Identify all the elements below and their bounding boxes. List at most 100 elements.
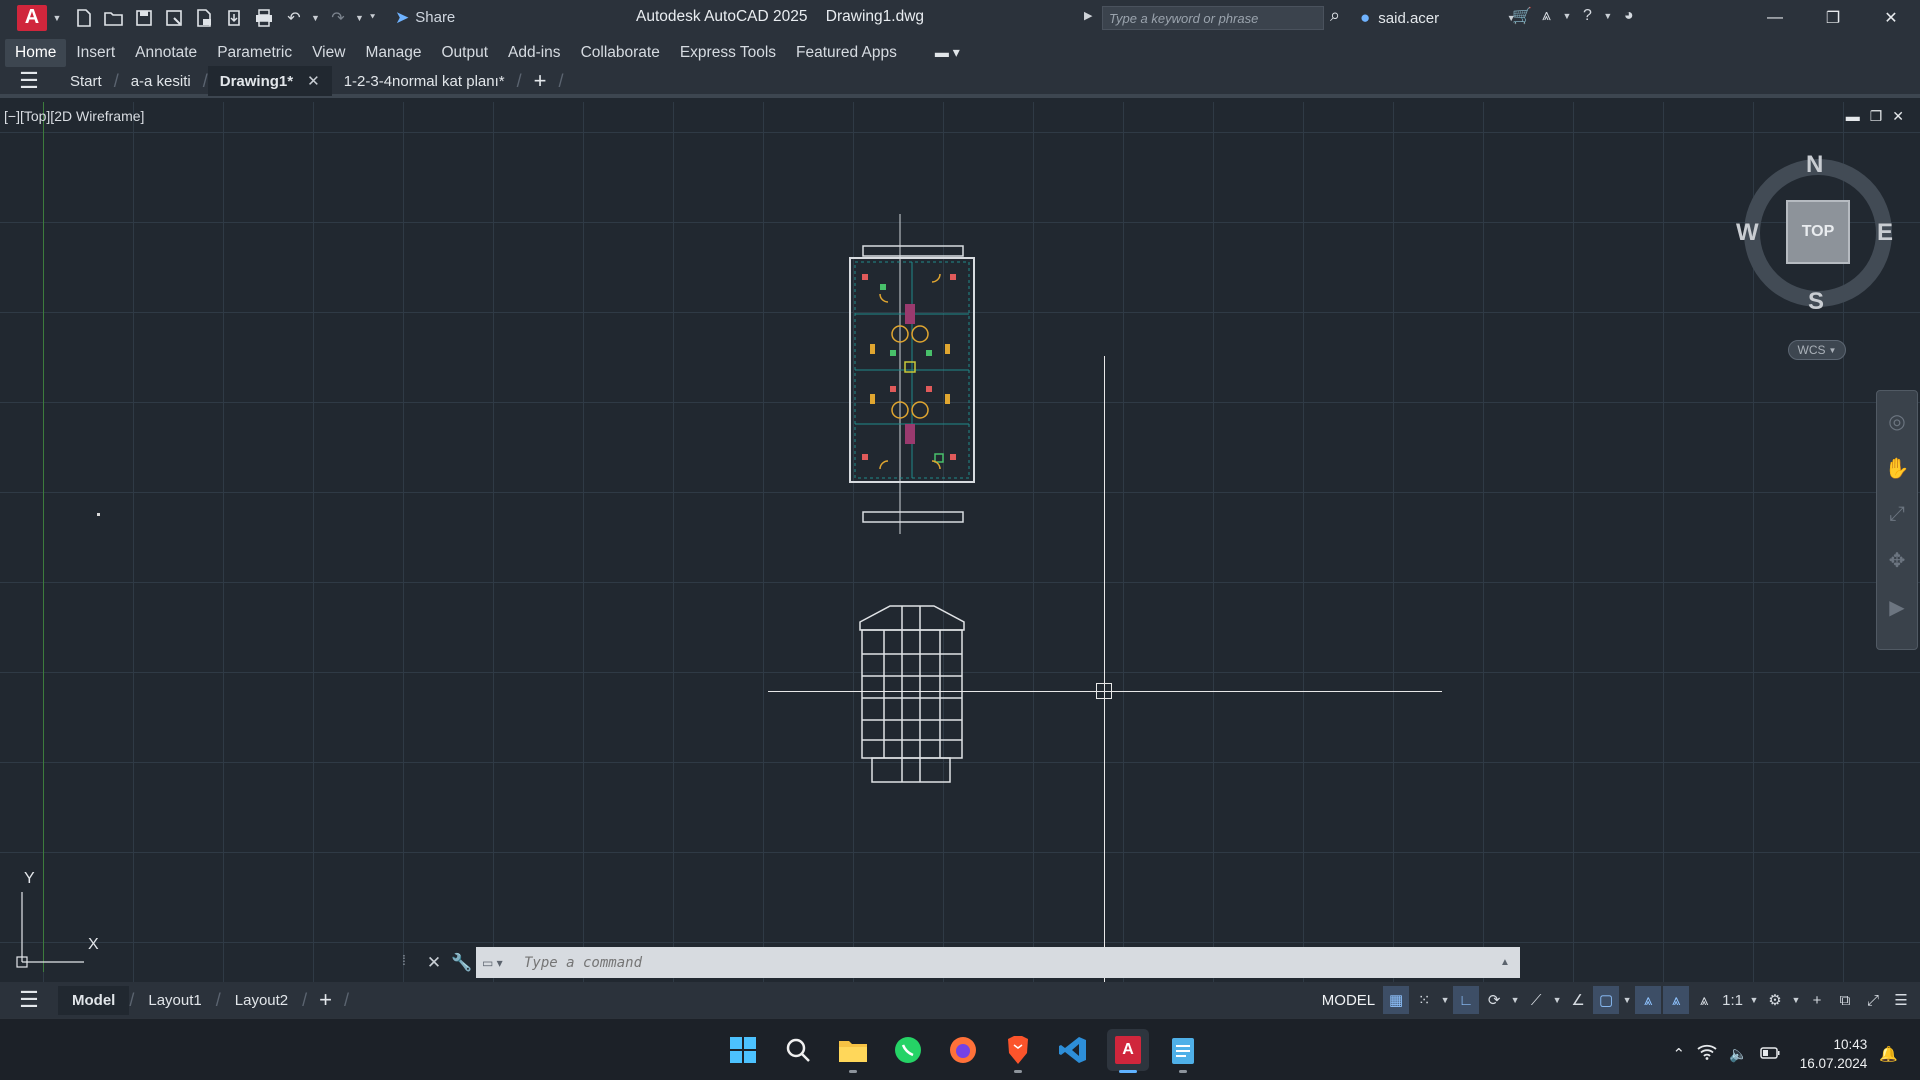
tab-collaborate[interactable]: Collaborate xyxy=(571,39,670,67)
volume-icon[interactable]: 🔈 xyxy=(1729,1045,1748,1063)
doc-tab-start[interactable]: Start xyxy=(58,69,114,94)
tab-add-ins[interactable]: Add-ins xyxy=(498,39,571,67)
steering-wheel-icon[interactable]: ◎ xyxy=(1888,409,1905,434)
clock[interactable]: 10:43 16.07.2024 xyxy=(1800,1035,1868,1073)
new-file-icon[interactable] xyxy=(71,5,97,31)
isometric-drafting-icon[interactable]: ⟋ xyxy=(1523,986,1549,1014)
object-snap-icon[interactable]: ▢ xyxy=(1593,986,1620,1014)
help-icon[interactable]: ? xyxy=(1583,7,1592,25)
layout-tab-layout1[interactable]: Layout1 xyxy=(134,986,215,1015)
isometric-dropdown-icon[interactable]: ▼ xyxy=(1551,995,1563,1005)
viewport-controls-label[interactable]: [−][Top][2D Wireframe] xyxy=(4,108,144,124)
tab-annotate[interactable]: Annotate xyxy=(125,39,207,67)
notification-bell-icon[interactable]: 🔔 xyxy=(1879,1045,1898,1063)
vscode-icon[interactable] xyxy=(1052,1029,1094,1071)
command-customize-icon[interactable]: 🔧 xyxy=(448,953,476,973)
cart-icon[interactable]: 🛒 xyxy=(1512,6,1532,26)
file-tabs-menu-icon[interactable]: ☰ xyxy=(0,68,58,94)
autocad-taskbar-icon[interactable]: A xyxy=(1107,1029,1149,1073)
drawing-viewport[interactable]: [−][Top][2D Wireframe] ▬ ❐ ✕ TOP N S E W… xyxy=(0,102,1920,982)
doc-tab-drawing1[interactable]: Drawing1* ✕ xyxy=(207,66,332,96)
search-expand-icon[interactable]: ▶ xyxy=(1084,9,1092,22)
annotation-monitor-icon[interactable]: + xyxy=(1804,986,1830,1014)
search-icon[interactable] xyxy=(777,1029,819,1071)
battery-icon[interactable] xyxy=(1759,1046,1780,1063)
close-icon[interactable]: ✕ xyxy=(1862,0,1920,35)
doc-tab-a-a-kesiti[interactable]: a-a kesiti xyxy=(119,69,203,94)
polar-dropdown-icon[interactable]: ▼ xyxy=(1509,995,1521,1005)
new-layout-icon[interactable]: + xyxy=(307,987,344,1013)
feedback-icon[interactable]: ◕ xyxy=(1624,7,1634,25)
app-dropdown-icon[interactable]: ▼ xyxy=(1561,11,1573,21)
command-line-grip-icon[interactable]: ⁞ xyxy=(402,952,412,974)
autocad-logo-icon[interactable]: A xyxy=(17,4,47,31)
model-space-toggle[interactable]: MODEL xyxy=(1316,986,1381,1014)
autodesk-app-icon[interactable]: ⩓ xyxy=(1542,7,1551,25)
customize-toolbar-icon[interactable]: ⯆ xyxy=(369,12,385,23)
tab-insert[interactable]: Insert xyxy=(66,39,125,67)
isolate-objects-icon[interactable]: ⧉ xyxy=(1832,986,1858,1014)
export-icon[interactable] xyxy=(221,5,247,31)
save-as-icon[interactable] xyxy=(161,5,187,31)
share-button[interactable]: ➤ Share xyxy=(395,8,455,28)
tab-view[interactable]: View xyxy=(302,39,355,67)
plot-printer-icon[interactable] xyxy=(251,5,277,31)
brave-browser-icon[interactable] xyxy=(997,1029,1039,1073)
wifi-icon[interactable] xyxy=(1697,1044,1717,1064)
redo-dropdown-icon[interactable]: ▼ xyxy=(355,13,365,23)
restore-icon[interactable]: ❐ xyxy=(1804,0,1862,35)
osnap-dropdown-icon[interactable]: ▼ xyxy=(1621,995,1633,1005)
compass-west[interactable]: W xyxy=(1736,219,1759,247)
snap-dropdown-icon[interactable]: ▼ xyxy=(1439,995,1451,1005)
compass-south[interactable]: S xyxy=(1808,288,1824,316)
close-tab-icon[interactable]: ✕ xyxy=(307,72,320,90)
snap-mode-icon[interactable]: ⁙ xyxy=(1411,986,1437,1014)
viewcube-top-face[interactable]: TOP xyxy=(1786,200,1850,264)
viewport-minimize-icon[interactable]: ▬ xyxy=(1846,108,1860,125)
whatsapp-icon[interactable] xyxy=(887,1029,929,1071)
tab-output[interactable]: Output xyxy=(431,39,498,67)
compass-east[interactable]: E xyxy=(1877,219,1893,247)
pan-hand-icon[interactable]: ✋ xyxy=(1885,456,1910,481)
section-elevation-drawing[interactable] xyxy=(856,600,968,790)
customization-menu-icon[interactable]: ☰ xyxy=(1888,986,1914,1014)
auto-scale-icon[interactable]: ⩓ xyxy=(1663,986,1690,1014)
scale-dropdown-icon[interactable]: ▼ xyxy=(1748,995,1760,1005)
viewport-close-icon[interactable]: ✕ xyxy=(1892,108,1904,125)
workspace-gear-icon[interactable]: ⚙ xyxy=(1762,986,1788,1014)
layout-tabs-menu-icon[interactable]: ☰ xyxy=(0,987,58,1013)
notepad-icon[interactable] xyxy=(1162,1029,1204,1073)
clean-screen-icon[interactable]: ⤢ xyxy=(1860,986,1886,1014)
windows-start-icon[interactable] xyxy=(722,1029,764,1071)
object-snap-tracking-icon[interactable]: ∠ xyxy=(1565,986,1591,1014)
doc-tab-normal-kat-plani[interactable]: 1-2-3-4normal kat planı* xyxy=(332,69,517,94)
command-history-icon[interactable]: ▲ xyxy=(1500,957,1520,968)
firefox-icon[interactable] xyxy=(942,1029,984,1071)
annotation-scale-value[interactable]: 1:1 xyxy=(1719,986,1746,1014)
app-menu-caret-icon[interactable]: ▼ xyxy=(51,13,63,23)
showmotion-icon[interactable]: ▶ xyxy=(1889,595,1904,620)
ortho-mode-icon[interactable]: ∟ xyxy=(1453,986,1480,1014)
save-icon[interactable] xyxy=(131,5,157,31)
annotation-scale-icon[interactable]: ⩓ xyxy=(1691,986,1717,1014)
tab-express-tools[interactable]: Express Tools xyxy=(670,39,786,67)
grid-icon[interactable]: ▦ xyxy=(1383,986,1410,1014)
tab-featured-apps[interactable]: Featured Apps xyxy=(786,39,907,67)
tab-home[interactable]: Home xyxy=(5,38,67,67)
polar-tracking-icon[interactable]: ⟳ xyxy=(1481,986,1507,1014)
user-account-button[interactable]: ● said.acer ▼ xyxy=(1360,8,1517,28)
file-explorer-icon[interactable] xyxy=(832,1029,874,1073)
recent-commands-icon[interactable]: ▭ ▾ xyxy=(482,953,516,973)
wcs-menu[interactable]: WCS ▼ xyxy=(1788,340,1846,360)
minimize-icon[interactable]: — xyxy=(1746,0,1804,35)
undo-dropdown-icon[interactable]: ▼ xyxy=(311,13,321,23)
undo-icon[interactable]: ↶ xyxy=(281,5,307,31)
command-close-icon[interactable]: ✕ xyxy=(420,953,448,973)
workspace-dropdown-icon[interactable]: ▼ xyxy=(1790,995,1802,1005)
help-search-input[interactable]: Type a keyword or phrase xyxy=(1102,6,1324,30)
layout-tab-model[interactable]: Model xyxy=(58,985,130,1015)
viewport-restore-icon[interactable]: ❐ xyxy=(1870,108,1883,125)
new-drawing-tab-icon[interactable]: + xyxy=(522,68,559,94)
help-dropdown-icon[interactable]: ▼ xyxy=(1602,11,1614,21)
zoom-extents-icon[interactable]: ⤢ xyxy=(1889,503,1905,526)
